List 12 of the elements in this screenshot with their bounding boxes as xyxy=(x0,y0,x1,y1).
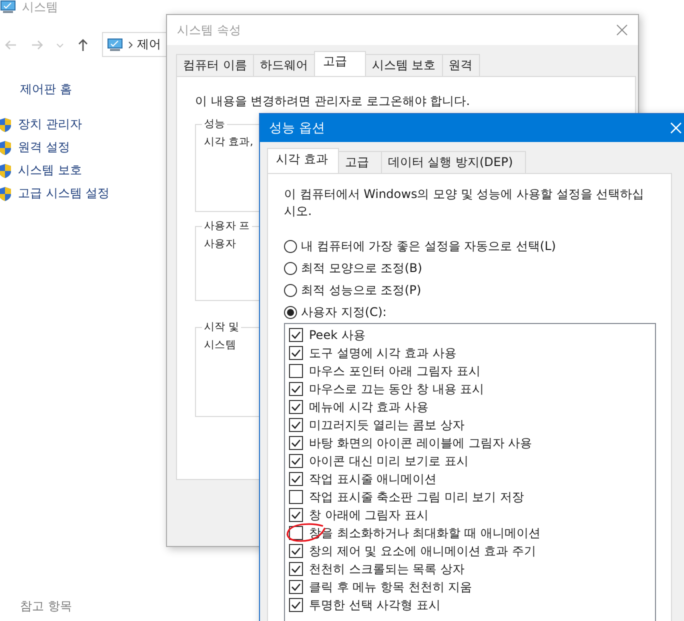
group-text: 사용자 xyxy=(204,238,236,250)
notice-text: 이 내용을 변경하려면 관리자로 로그온해야 합니다. xyxy=(195,93,471,110)
group-text: 시스템 xyxy=(204,339,236,351)
description-text: 이 컴퓨터에서 Windows의 모양 및 성능에 사용할 설정을 선택하십시오. xyxy=(284,186,646,220)
group-title: 사용자 프 xyxy=(202,219,252,233)
group-title: 성능 xyxy=(202,117,228,131)
dialog-title: 시스템 속성 xyxy=(177,22,241,38)
see-also-heading: 참고 항목 xyxy=(20,598,72,615)
window-title: 시스템 xyxy=(22,0,58,16)
group-text: 시각 효과, xyxy=(204,136,253,148)
dialog-title: 성능 옵션 xyxy=(269,120,326,137)
group-title: 시작 및 xyxy=(202,320,242,334)
